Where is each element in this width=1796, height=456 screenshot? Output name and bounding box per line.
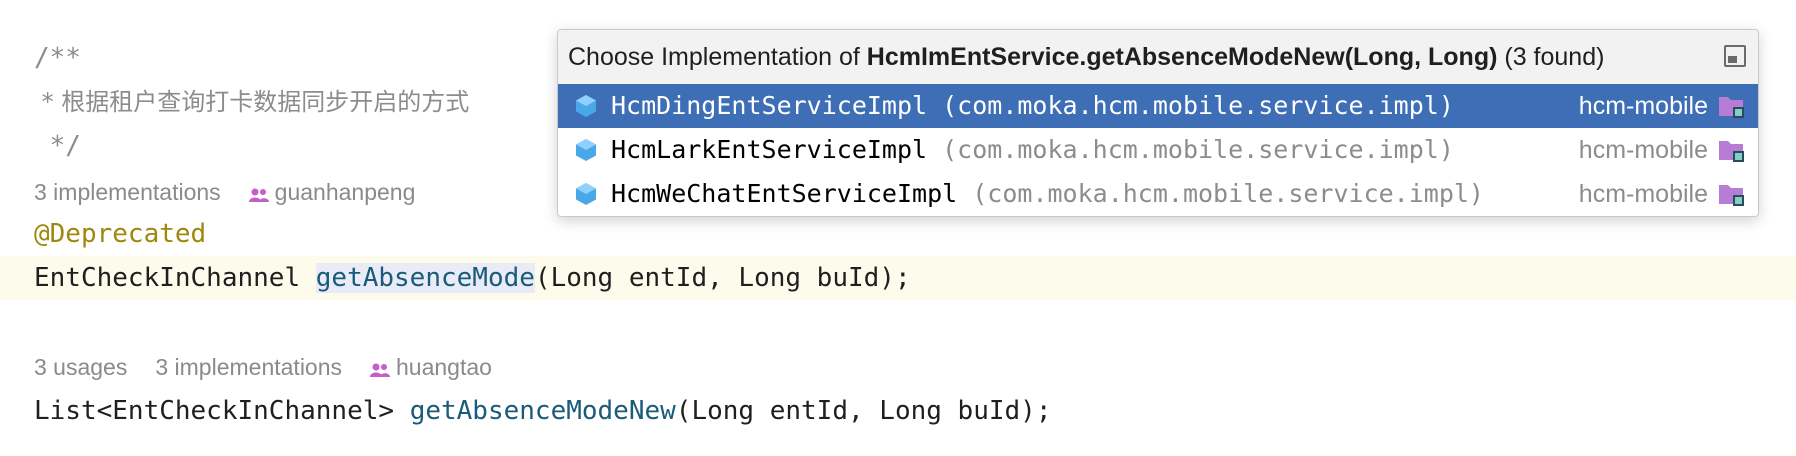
implementation-item[interactable]: HcmDingEntServiceImpl (com.moka.hcm.mobi…	[558, 84, 1758, 128]
author-name: huangtao	[396, 354, 492, 380]
popup-title-target: HcmImEntService.getAbsenceModeNew(Long, …	[866, 43, 1498, 71]
popup-title-prefix: Choose Implementation of	[568, 43, 867, 71]
method-name-getAbsenceMode[interactable]: getAbsenceMode	[315, 263, 535, 293]
class-name: HcmDingEntServiceImpl	[611, 91, 928, 120]
method-params: (Long entId, Long buId);	[675, 396, 1052, 426]
package-name: (com.moka.hcm.mobile.service.impl)	[927, 135, 1454, 164]
module-name: hcm-mobile	[1578, 92, 1708, 120]
class-name: HcmWeChatEntServiceImpl	[611, 179, 958, 208]
author-name: guanhanpeng	[274, 179, 416, 205]
module-name: hcm-mobile	[1578, 136, 1708, 164]
module-folder-icon	[1719, 97, 1744, 118]
choose-implementation-popup[interactable]: Choose Implementation of HcmImEntService…	[557, 29, 1759, 217]
popup-title-count: (3 found)	[1497, 43, 1605, 71]
implementation-item[interactable]: HcmWeChatEntServiceImpl (com.moka.hcm.mo…	[558, 172, 1758, 216]
package-name: (com.moka.hcm.mobile.service.impl)	[927, 91, 1454, 120]
author-hint[interactable]: guanhanpeng	[248, 179, 416, 205]
usages-hint[interactable]: 3 usages	[34, 354, 127, 380]
class-name: HcmLarkEntServiceImpl	[611, 135, 928, 164]
author-icon	[370, 363, 391, 377]
implementations-hint[interactable]: 3 implementations	[34, 179, 221, 205]
method-params: (Long entId, Long buId);	[534, 263, 911, 293]
code-vision-hint-2: 3 usages 3 implementations huangtao	[34, 349, 520, 385]
return-type: List<EntCheckInChannel>	[34, 396, 410, 426]
class-icon	[576, 139, 596, 161]
class-icon	[576, 95, 596, 117]
package-name: (com.moka.hcm.mobile.service.impl)	[957, 179, 1484, 208]
implementation-item[interactable]: HcmLarkEntServiceImpl (com.moka.hcm.mobi…	[558, 128, 1758, 172]
code-line-getAbsenceMode[interactable]: EntCheckInChannel getAbsenceMode(Long en…	[0, 256, 1796, 300]
author-hint[interactable]: huangtao	[370, 354, 492, 380]
code-line-getAbsenceModeNew[interactable]: List<EntCheckInChannel> getAbsenceModeNe…	[0, 389, 1796, 433]
return-type: EntCheckInChannel	[34, 263, 316, 293]
module-folder-icon	[1719, 141, 1744, 162]
deprecated-annotation: @Deprecated	[34, 219, 207, 249]
class-icon	[576, 183, 596, 205]
module-name: hcm-mobile	[1578, 180, 1708, 208]
popup-title: Choose Implementation of HcmImEntService…	[558, 30, 1758, 84]
implementations-hint[interactable]: 3 implementations	[155, 354, 342, 380]
open-in-find-window-icon[interactable]	[1724, 45, 1746, 67]
module-folder-icon	[1719, 185, 1744, 206]
code-vision-hint-1: 3 implementations guanhanpeng	[34, 174, 443, 210]
method-name-getAbsenceModeNew[interactable]: getAbsenceModeNew	[410, 396, 676, 426]
author-icon	[248, 188, 269, 202]
